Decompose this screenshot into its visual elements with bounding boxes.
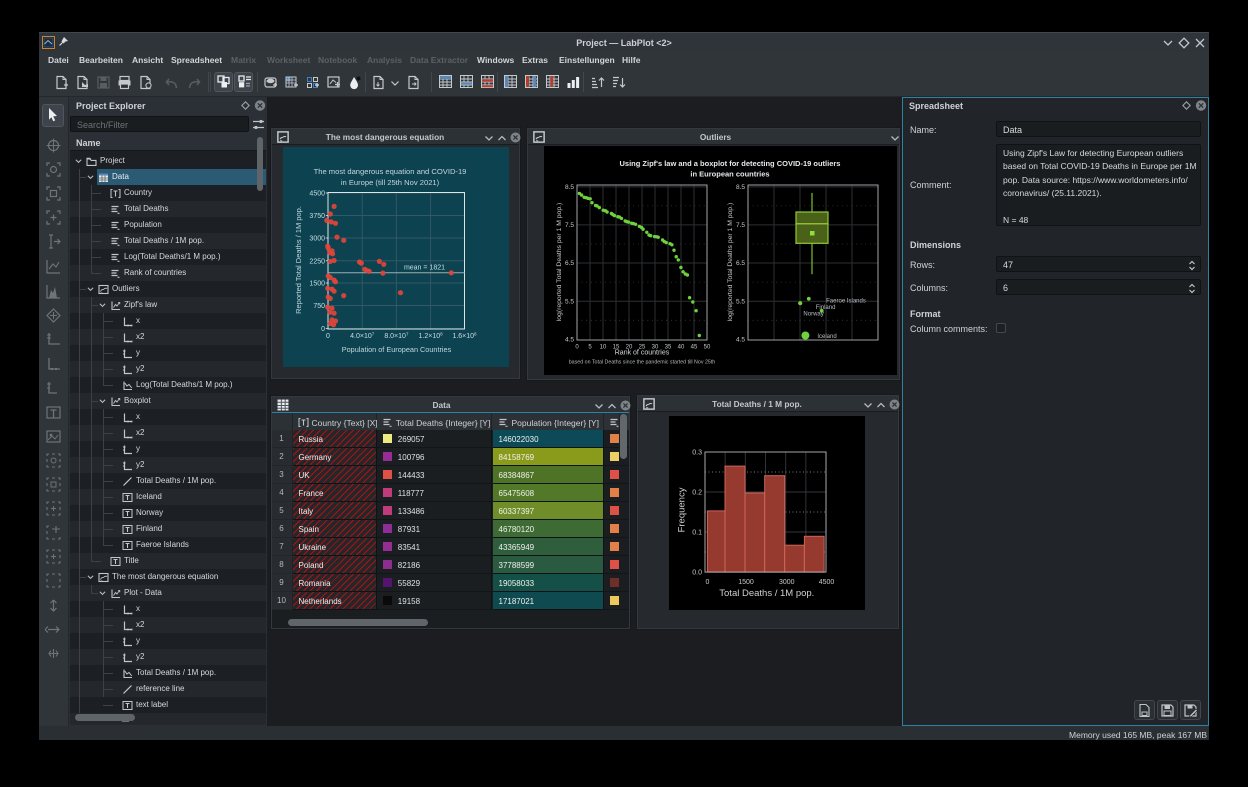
svg-text:8.5: 8.5 [565,184,574,191]
svg-text:50: 50 [704,345,711,351]
svg-text:8.0×107: 8.0×107 [384,332,409,341]
svg-text:6.5: 6.5 [565,260,574,267]
svg-text:6.5: 6.5 [736,260,745,267]
svg-text:0: 0 [706,579,710,586]
svg-text:0: 0 [326,333,330,340]
svg-text:0.3: 0.3 [692,450,702,457]
svg-text:0.1: 0.1 [692,530,702,537]
svg-text:The most dangerous equation an: The most dangerous equation and COVID-19 [314,167,467,176]
svg-text:Using Zipf's law and a boxplot: Using Zipf's law and a boxplot for detec… [620,159,841,168]
svg-text:log(reported Total Deaths per: log(reported Total Deaths per 1 M pop.) [556,203,563,322]
svg-text:Rank of countries: Rank of countries [615,350,670,357]
svg-text:4500: 4500 [309,191,325,198]
svg-text:Faeroe Islands: Faeroe Islands [826,299,866,305]
svg-text:1500: 1500 [309,281,325,288]
svg-text:750: 750 [313,303,325,310]
svg-text:in Europe (till 25th Nov 2021): in Europe (till 25th Nov 2021) [341,178,440,187]
svg-text:0.0: 0.0 [692,570,702,577]
svg-text:3000: 3000 [309,236,325,243]
svg-text:mean = 1821: mean = 1821 [404,265,445,272]
svg-text:7.5: 7.5 [736,222,745,229]
svg-text:log(reported Total Deaths per: log(reported Total Deaths per 1 M pop.) [727,203,734,322]
svg-text:Population of European Countri: Population of European Countries [342,345,452,354]
svg-text:4500: 4500 [819,579,835,586]
svg-text:8.5: 8.5 [736,184,745,191]
svg-text:2250: 2250 [309,258,325,265]
svg-text:5.5: 5.5 [565,298,574,305]
svg-text:based on Total Deaths since th: based on Total Deaths since the pandemic… [569,360,716,366]
svg-text:Total Deaths / 1M pop.: Total Deaths / 1M pop. [719,588,814,599]
svg-text:Iceland: Iceland [817,334,836,340]
svg-text:Frequency: Frequency [677,487,688,532]
svg-text:4.5: 4.5 [736,337,745,344]
svg-text:3750: 3750 [309,213,325,220]
svg-text:Norway: Norway [803,311,823,317]
svg-text:0.2: 0.2 [692,490,702,497]
svg-text:4.5: 4.5 [565,337,574,344]
svg-text:5.5: 5.5 [736,298,745,305]
svg-text:45: 45 [691,345,698,351]
svg-text:3000: 3000 [779,579,795,586]
svg-text:1500: 1500 [738,579,754,586]
svg-text:7.5: 7.5 [565,222,574,229]
svg-text:0: 0 [321,326,325,333]
svg-text:1.2×108: 1.2×108 [419,332,444,341]
svg-text:4.0×107: 4.0×107 [350,332,375,341]
svg-text:in European countries: in European countries [690,170,769,179]
svg-text:Reported Total Deaths / 1M pop: Reported Total Deaths / 1M pop. [294,206,303,314]
svg-text:40: 40 [678,345,685,351]
svg-text:1.6×108: 1.6×108 [452,332,477,341]
svg-text:Finland: Finland [816,305,836,311]
svg-text:10: 10 [600,345,607,351]
